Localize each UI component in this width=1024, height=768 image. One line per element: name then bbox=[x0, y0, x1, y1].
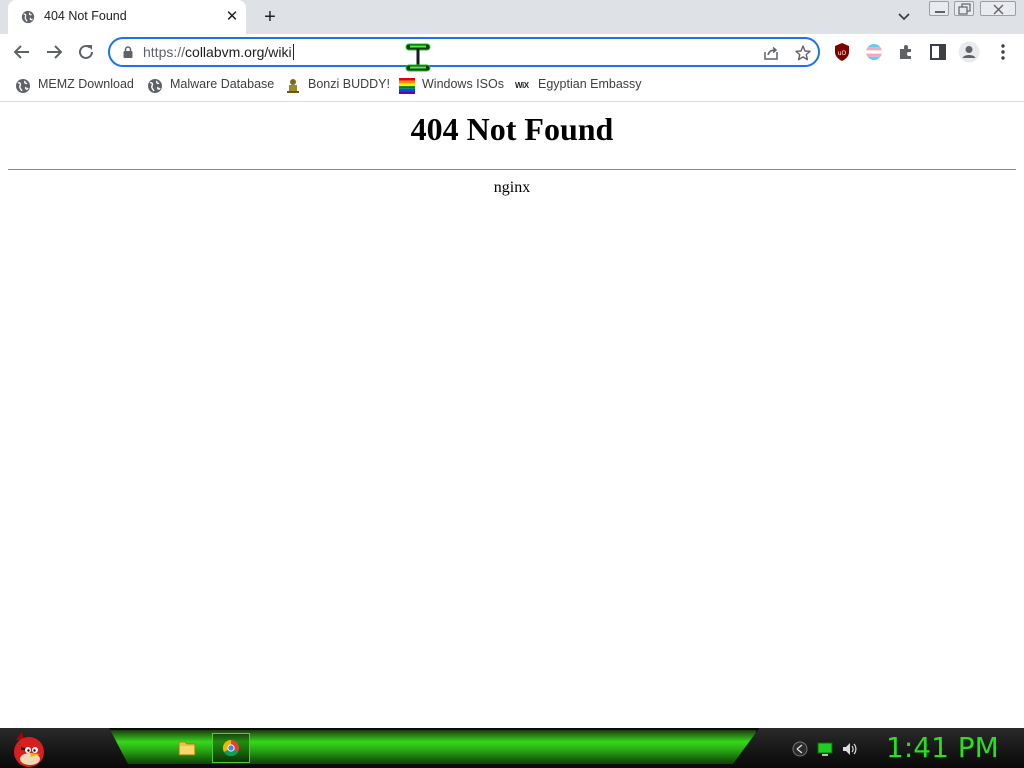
url-host-path: collabvm.org/wiki bbox=[185, 44, 292, 60]
browser-toolbar: https://collabvm.org/wiki uO bbox=[0, 34, 1024, 70]
star-icon[interactable] bbox=[794, 44, 812, 62]
taskbar-clock[interactable]: 1:41 PM bbox=[886, 731, 999, 764]
divider bbox=[8, 169, 1016, 170]
text-caret bbox=[292, 44, 294, 60]
bookmark-label: Malware Database bbox=[170, 77, 275, 91]
folder-icon bbox=[178, 741, 196, 756]
side-panel-icon[interactable] bbox=[928, 42, 948, 62]
globe-icon bbox=[16, 79, 30, 93]
puzzle-icon[interactable] bbox=[896, 42, 916, 62]
new-tab-button[interactable]: + bbox=[259, 6, 281, 28]
close-window-button[interactable] bbox=[980, 1, 1016, 16]
bookmark-label: Egyptian Embassy bbox=[538, 77, 642, 91]
url-scheme: https:// bbox=[143, 44, 186, 60]
globe-icon bbox=[21, 10, 35, 24]
page-content: 404 Not Found nginx bbox=[0, 103, 1024, 728]
bookmark-label: MEMZ Download bbox=[38, 77, 134, 91]
svg-text:uO: uO bbox=[838, 50, 847, 57]
network-tray-icon[interactable] bbox=[817, 741, 833, 757]
taskbar-chrome[interactable] bbox=[212, 733, 250, 763]
tab-close-icon[interactable]: ✕ bbox=[224, 9, 240, 25]
restore-button[interactable] bbox=[954, 1, 974, 16]
globe-icon bbox=[148, 79, 162, 93]
kebab-menu-icon[interactable] bbox=[993, 42, 1013, 62]
page-title: 404 Not Found bbox=[410, 111, 614, 147]
profile-icon[interactable] bbox=[958, 41, 980, 63]
tab-title: 404 Not Found bbox=[44, 9, 127, 23]
restore-icon bbox=[958, 3, 971, 15]
language-tray-icon[interactable] bbox=[792, 741, 808, 757]
minimize-icon bbox=[935, 11, 945, 13]
chrome-icon bbox=[222, 739, 239, 757]
bookmarks-bar: MEMZ Download Malware Database Bonzi BUD… bbox=[0, 70, 1024, 102]
wix-icon: WiX bbox=[515, 81, 529, 90]
minimize-button[interactable] bbox=[929, 1, 949, 16]
taskbar-explorer[interactable] bbox=[170, 733, 204, 763]
address-bar[interactable]: https://collabvm.org/wiki bbox=[108, 37, 820, 67]
back-arrow-icon[interactable] bbox=[11, 41, 33, 63]
reload-icon[interactable] bbox=[75, 41, 97, 63]
start-button-angry-bird-icon[interactable] bbox=[8, 728, 48, 768]
share-icon[interactable] bbox=[762, 44, 780, 62]
chevron-down-icon[interactable] bbox=[895, 9, 913, 25]
bookmark-label: Windows ISOs bbox=[422, 77, 504, 91]
text-cursor-icon bbox=[405, 43, 431, 72]
tab-strip: 404 Not Found ✕ + bbox=[0, 0, 1024, 34]
volume-tray-icon[interactable] bbox=[841, 741, 857, 757]
forward-arrow-icon[interactable] bbox=[43, 41, 65, 63]
bookmark-label: Bonzi BUDDY! bbox=[308, 77, 390, 91]
taskbar: 1:41 PM bbox=[0, 728, 1024, 768]
tab-active[interactable]: 404 Not Found ✕ bbox=[8, 0, 246, 34]
rainbow-flag-icon bbox=[399, 78, 415, 94]
close-icon bbox=[993, 4, 1004, 15]
trans-flag-icon[interactable] bbox=[864, 42, 884, 62]
url-text[interactable]: https://collabvm.org/wiki bbox=[143, 44, 294, 60]
ublock-icon[interactable]: uO bbox=[832, 42, 852, 62]
lock-icon[interactable] bbox=[121, 45, 135, 59]
bonzi-icon bbox=[287, 79, 299, 93]
server-signature: nginx bbox=[493, 179, 531, 196]
